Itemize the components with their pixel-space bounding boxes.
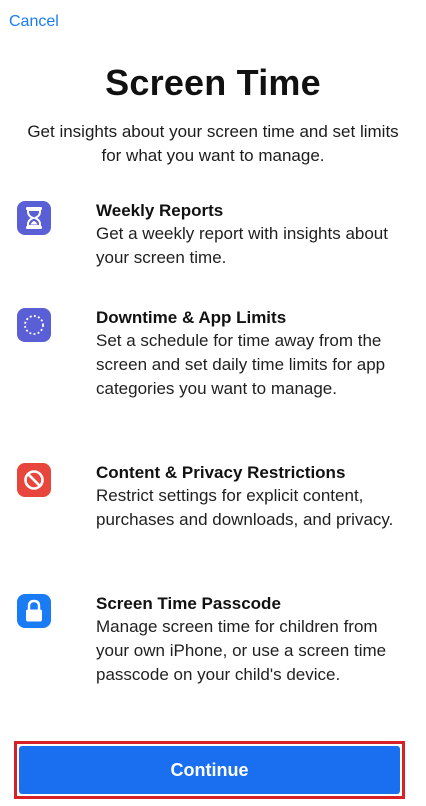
feature-description: Manage screen time for children from you… xyxy=(96,617,387,684)
downtime-moon-icon xyxy=(17,308,51,342)
continue-button[interactable]: Continue xyxy=(19,746,400,794)
hourglass-icon xyxy=(17,201,51,235)
feature-description: Set a schedule for time away from the sc… xyxy=(96,331,386,398)
feature-description: Restrict settings for explicit content, … xyxy=(96,486,394,529)
feature-description: Get a weekly report with insights about … xyxy=(96,224,388,267)
feature-title: Downtime & App Limits xyxy=(96,308,287,327)
cancel-button[interactable]: Cancel xyxy=(9,13,59,31)
restriction-icon xyxy=(17,463,51,497)
feature-title: Content & Privacy Restrictions xyxy=(96,463,346,482)
continue-button-highlight: Continue xyxy=(14,741,405,799)
feature-title: Screen Time Passcode xyxy=(96,594,281,613)
lock-icon xyxy=(17,594,51,628)
page-title: Screen Time xyxy=(105,62,321,103)
page-subtitle: Get insights about your screen time and … xyxy=(27,122,399,165)
feature-title: Weekly Reports xyxy=(96,201,224,220)
